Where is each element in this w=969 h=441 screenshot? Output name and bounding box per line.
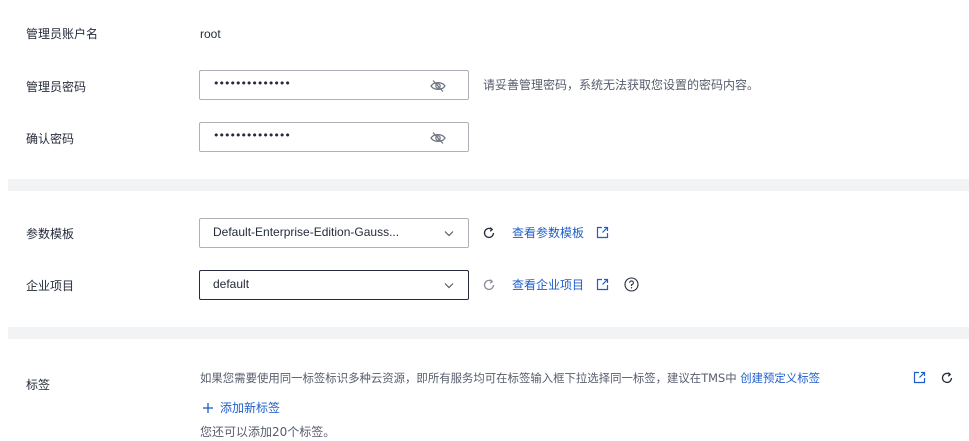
param-template-selected: Default-Enterprise-Edition-Gauss... xyxy=(213,225,400,239)
param-template-label: 参数模板 xyxy=(26,227,75,241)
enterprise-project-selected: default xyxy=(213,277,250,291)
refresh-icon[interactable] xyxy=(482,278,496,292)
external-link-icon[interactable] xyxy=(913,371,926,384)
section-divider xyxy=(8,179,969,191)
view-enterprise-project-link[interactable]: 查看企业项目 xyxy=(512,277,584,293)
eye-hidden-icon[interactable] xyxy=(430,131,446,145)
password-hint: 请妥善管理密码，系统无法获取您设置的密码内容。 xyxy=(483,78,760,92)
view-param-template-link[interactable]: 查看参数模板 xyxy=(512,225,584,241)
tags-label: 标签 xyxy=(26,378,51,392)
chevron-down-icon xyxy=(444,283,454,289)
help-icon[interactable] xyxy=(624,277,639,292)
plus-icon xyxy=(203,403,213,413)
admin-password-input[interactable]: •••••••••••••• xyxy=(199,70,469,100)
param-template-select[interactable]: Default-Enterprise-Edition-Gauss... xyxy=(199,218,469,248)
confirm-password-input[interactable]: •••••••••••••• xyxy=(199,122,469,152)
tags-description-text: 如果您需要使用同一标签标识多种云资源，即所有服务均可在标签输入框下拉选择同一标签… xyxy=(200,371,737,385)
chevron-down-icon xyxy=(444,231,454,237)
view-enterprise-project-text[interactable]: 查看企业项目 xyxy=(512,278,584,292)
confirm-password-masked-value: •••••••••••••• xyxy=(213,129,291,142)
confirm-password-label: 确认密码 xyxy=(26,132,75,146)
enterprise-project-select[interactable]: default xyxy=(199,270,469,300)
view-param-template-text[interactable]: 查看参数模板 xyxy=(512,226,584,240)
password-masked-value: •••••••••••••• xyxy=(213,77,291,90)
eye-hidden-icon[interactable] xyxy=(430,79,446,93)
tags-remaining: 您还可以添加20个标签。 xyxy=(200,425,336,439)
admin-username-label: 管理员账户名 xyxy=(26,27,99,41)
create-predefined-tag-link[interactable]: 创建预定义标签 xyxy=(740,371,820,385)
external-link-icon[interactable] xyxy=(596,278,609,291)
enterprise-project-label: 企业项目 xyxy=(26,279,75,293)
refresh-icon[interactable] xyxy=(940,371,954,385)
external-link-icon[interactable] xyxy=(596,226,609,239)
refresh-icon[interactable] xyxy=(482,226,496,240)
section-divider xyxy=(8,327,969,339)
admin-username-value: root xyxy=(200,27,221,41)
tags-description: 如果您需要使用同一标签标识多种云资源，即所有服务均可在标签输入框下拉选择同一标签… xyxy=(200,370,820,386)
add-tag-label[interactable]: 添加新标签 xyxy=(220,400,280,416)
admin-password-label: 管理员密码 xyxy=(26,80,87,94)
